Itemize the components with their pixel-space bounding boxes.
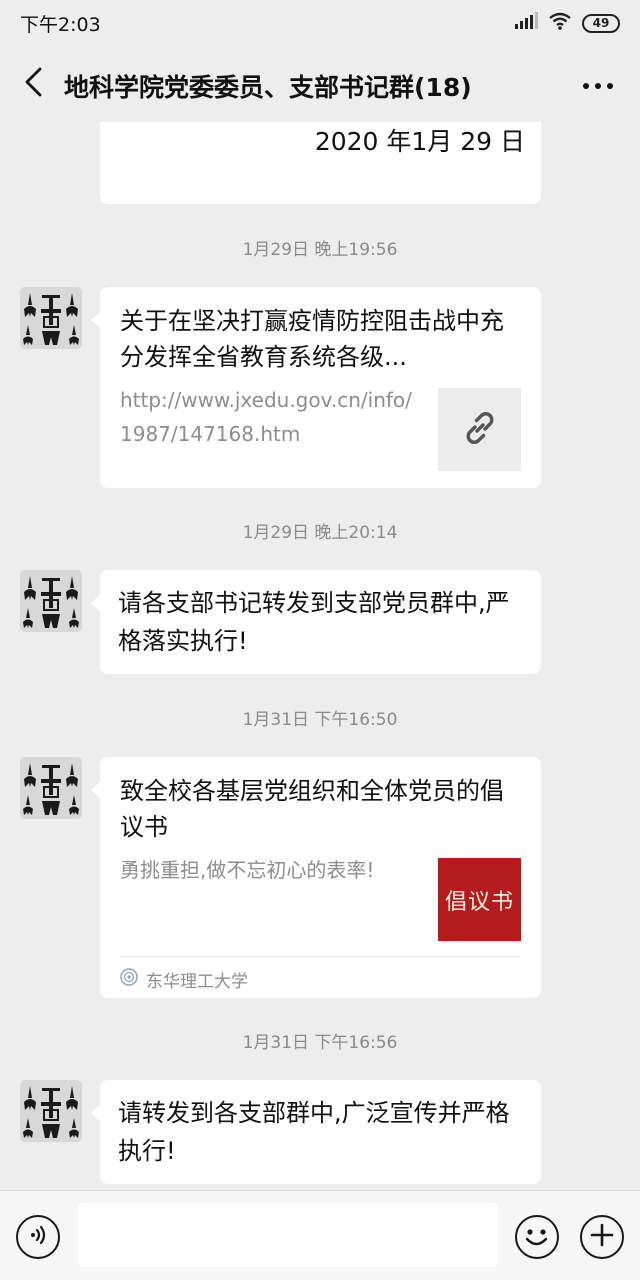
message-input[interactable] [78,1203,498,1267]
message-bubble[interactable]: 请转发到各支部群中,广泛宣传并严格执行! [91,1080,541,1184]
emoji-button[interactable] [515,1215,559,1259]
link-card-title: 关于在坚决打赢疫情防控阻击战中充分发挥全省教育系统各级... [120,307,504,371]
message-text: 请转发到各支部群中,广泛宣传并严格执行! [118,1099,510,1165]
avatar[interactable] [20,1080,82,1142]
card-divider [120,956,521,957]
timestamp: 1月31日 下午16:50 [242,710,398,730]
article-card-desc: 勇挑重担,做不忘初心的表率! [120,858,375,882]
battery-indicator: 49 [582,13,620,33]
wifi-icon [548,12,572,34]
voice-icon [27,1224,49,1250]
avatar[interactable] [20,287,82,349]
chat-area[interactable]: 2020 年1月 29 日 1月29日 晚上19:56 关于在坚决打赢疫情防控阻… [0,122,640,1190]
status-bar: 下午2:03 49 [0,0,640,46]
article-card-title: 致全校各基层党组织和全体党员的倡议书 [120,777,504,841]
input-bar [0,1190,640,1280]
voice-button[interactable] [16,1215,60,1259]
link-icon [460,408,500,452]
message-bubble-fragment[interactable]: 2020 年1月 29 日 [100,122,541,204]
article-thumbnail: 倡议书 [438,858,521,941]
link-card-url: http://www.jxedu.gov.cn/info/1987/147168… [120,388,412,446]
message-text: 2020 年1月 29 日 [314,127,525,156]
bubble-tail [91,781,101,799]
status-icons: 49 [514,12,620,34]
article-source: 东华理工大学 [120,967,248,992]
more-actions-button[interactable] [580,1215,624,1259]
timestamp: 1月29日 晚上20:14 [242,523,398,543]
smiley-icon [517,1217,557,1256]
message-bubble[interactable]: 请各支部书记转发到支部党员群中,严格落实执行! [91,570,541,674]
more-button[interactable] [578,64,618,104]
link-thumbnail [438,388,521,471]
title-bar: 地科学院党委委员、支部书记群(18) [0,46,640,122]
chevron-left-icon [23,67,45,101]
avatar[interactable] [20,570,82,632]
article-card[interactable]: 致全校各基层党组织和全体党员的倡议书 勇挑重担,做不忘初心的表率! 倡议书 东华… [91,757,541,998]
message-text: 请各支部书记转发到支部党员群中,严格落实执行! [118,589,510,655]
status-time: 下午2:03 [20,14,101,36]
signal-icon [514,12,538,34]
back-button[interactable] [14,64,54,104]
chat-title: 地科学院党委委员、支部书记群(18) [64,73,472,102]
avatar[interactable] [20,757,82,819]
more-dots-icon [582,75,614,94]
timestamp: 1月29日 晚上19:56 [242,240,398,260]
bubble-tail [91,1104,101,1122]
bubble-tail [91,594,101,612]
bubble-tail [91,311,101,329]
article-source-name: 东华理工大学 [146,972,248,992]
plus-icon [590,1223,614,1251]
university-logo-icon [120,968,138,991]
timestamp: 1月31日 下午16:56 [242,1033,398,1053]
link-card[interactable]: 关于在坚决打赢疫情防控阻击战中充分发挥全省教育系统各级... http://ww… [91,287,541,488]
